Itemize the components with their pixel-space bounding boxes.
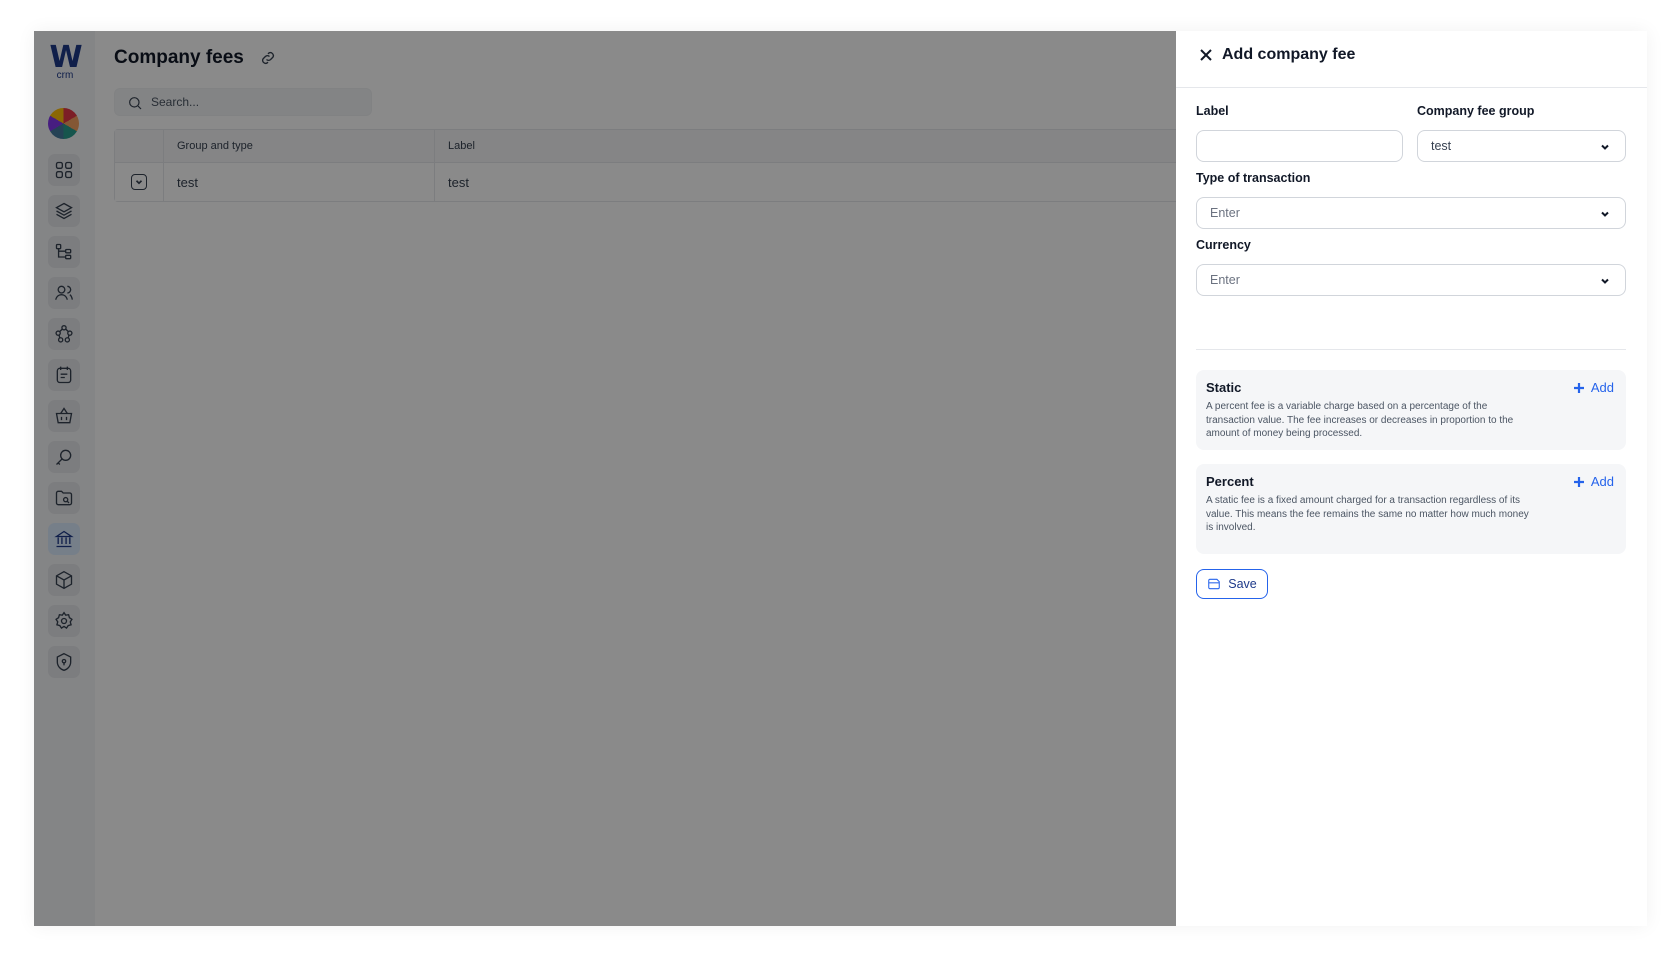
company-fee-group-label: Company fee group	[1417, 104, 1535, 118]
static-fee-card: Static A percent fee is a variable charg…	[1196, 370, 1626, 450]
add-company-fee-drawer: Add company fee Label Company fee group …	[1176, 31, 1647, 926]
percent-description: A static fee is a fixed amount charged f…	[1206, 495, 1529, 533]
percent-title: Percent	[1206, 474, 1254, 489]
company-fee-group-value: test	[1431, 139, 1452, 153]
chevron-down-icon	[1599, 208, 1611, 220]
save-icon	[1208, 578, 1221, 590]
label-input[interactable]	[1196, 130, 1403, 162]
currency-placeholder: Enter	[1210, 273, 1240, 287]
plus-icon	[1573, 476, 1584, 487]
section-divider	[1196, 349, 1626, 350]
type-of-transaction-select[interactable]: Enter	[1196, 197, 1626, 229]
close-icon	[1200, 49, 1212, 61]
type-of-transaction-placeholder: Enter	[1210, 206, 1240, 220]
modal-backdrop[interactable]	[34, 31, 1209, 926]
app-window: W crm Company fees Search... Group and t…	[34, 31, 1647, 926]
type-of-transaction-label: Type of transaction	[1196, 171, 1311, 185]
currency-label: Currency	[1196, 238, 1251, 252]
static-title: Static	[1206, 380, 1242, 395]
add-static-fee-button[interactable]: Add	[1573, 380, 1614, 395]
save-label: Save	[1228, 577, 1257, 591]
chevron-down-icon	[1599, 275, 1611, 287]
label-field-label: Label	[1196, 104, 1229, 118]
static-description: A percent fee is a variable charge based…	[1206, 401, 1514, 439]
add-percent-fee-button[interactable]: Add	[1573, 474, 1614, 489]
drawer-header: Add company fee	[1176, 31, 1647, 88]
close-button[interactable]	[1198, 47, 1214, 63]
chevron-down-icon	[1599, 141, 1611, 153]
company-fee-group-select[interactable]: test	[1417, 130, 1626, 162]
save-button[interactable]: Save	[1196, 569, 1268, 599]
percent-fee-card: Percent A static fee is a fixed amount c…	[1196, 464, 1626, 554]
drawer-title: Add company fee	[1222, 46, 1356, 63]
add-percent-label: Add	[1590, 474, 1614, 489]
plus-icon	[1573, 382, 1584, 393]
currency-select[interactable]: Enter	[1196, 264, 1626, 296]
add-static-label: Add	[1590, 380, 1614, 395]
